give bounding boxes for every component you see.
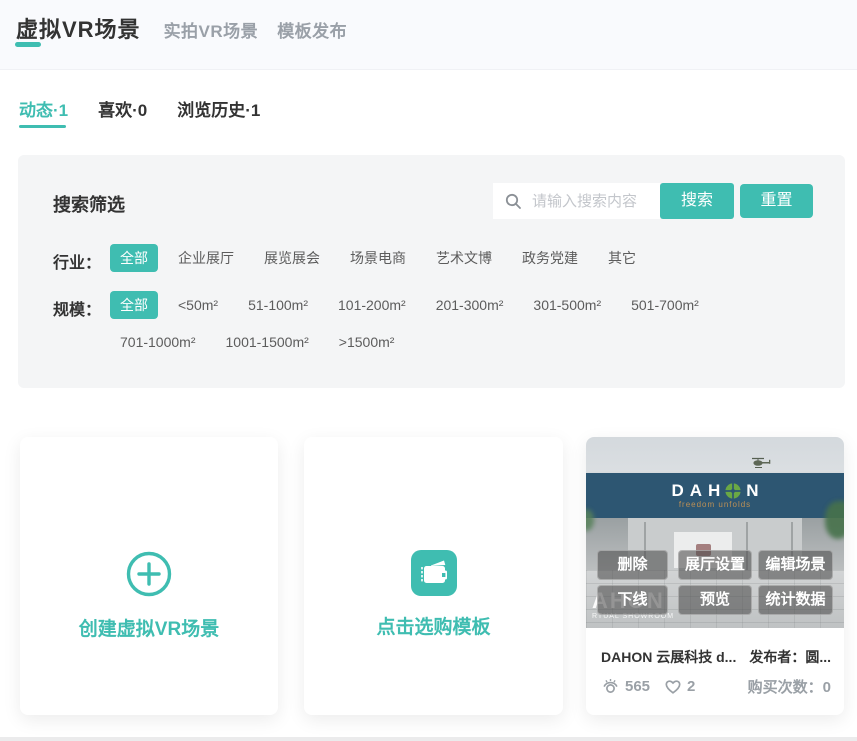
template-publisher: 发布者：圆... [749,647,831,667]
subtab-likes[interactable]: 喜欢·0 [98,96,147,121]
subtab-history[interactable]: 浏览历史·1 [177,96,260,121]
helicopter [749,457,773,469]
industry-option[interactable]: 企业展厅 [168,244,244,272]
industry-option[interactable]: 艺术文博 [426,244,502,272]
filter-panel-title: 搜索筛选 [53,191,125,217]
hall-settings-button[interactable]: 展厅设置 [678,550,752,580]
sub-tabs: 动态·1 喜欢·0 浏览历史·1 [19,96,290,121]
template-title: DAHON 云展科技 d... [601,647,736,667]
header-tabs: 虚拟VR场景 实拍VR场景 模板发布 [16,12,347,44]
scale-option[interactable]: 701-1000m² [110,328,206,356]
industry-option[interactable]: 全部 [110,244,158,272]
tab-virtual-vr-scene[interactable]: 虚拟VR场景 [16,12,141,44]
wallet-icon [411,550,457,596]
statistics-button[interactable]: 统计数据 [758,585,833,615]
search-filter-panel: 搜索筛选 搜索 重置 行业： 全部 企业展厅 展览展会 场景电商 艺术文博 政务… [18,155,845,388]
tab-real-vr-scene[interactable]: 实拍VR场景 [164,17,259,42]
bottom-divider [0,737,857,741]
search-icon [505,193,522,210]
reset-button[interactable]: 重置 [740,184,813,218]
scale-option[interactable]: 全部 [110,291,158,319]
scale-option[interactable]: 101-200m² [328,291,416,319]
views-icon [601,677,620,696]
industry-label: 行业： [53,249,101,273]
create-scene-card[interactable]: 创建虚拟VR场景 [20,437,278,715]
shop-template-card[interactable]: 点击选购模板 [304,437,563,715]
plus-circle-icon [125,550,173,598]
likes-icon[interactable] [664,678,682,695]
scale-option[interactable]: 1001-1500m² [216,328,319,356]
scale-option[interactable]: <50m² [168,291,228,319]
brand-banner: DAHN freedom unfolds [586,473,844,518]
create-scene-label: 创建虚拟VR场景 [79,614,219,641]
edit-scene-button[interactable]: 编辑场景 [758,550,833,580]
scale-option[interactable]: >1500m² [329,328,405,356]
template-card[interactable]: DAHN freedom unfolds AHON RTUAL SHOWROOM… [586,437,844,715]
industry-option[interactable]: 其它 [598,244,646,272]
scale-option[interactable]: 51-100m² [238,291,318,319]
preview-button[interactable]: 预览 [678,585,752,615]
scale-option[interactable]: 201-300m² [426,291,514,319]
industry-options: 全部 企业展厅 展览展会 场景电商 艺术文博 政务党建 其它 [110,244,810,272]
active-tab-underline [15,42,41,47]
industry-option[interactable]: 展览展会 [254,244,330,272]
scale-option[interactable]: 501-700m² [621,291,709,319]
search-button[interactable]: 搜索 [660,183,734,219]
subtab-underline [19,125,66,128]
tab-template-publish[interactable]: 模板发布 [277,17,347,42]
scale-option[interactable]: 301-500m² [523,291,611,319]
subtab-dynamic[interactable]: 动态·1 [19,96,68,121]
dahon-logo-icon [725,483,741,499]
purchase-count: 购买次数：0 [748,676,831,697]
delete-button[interactable]: 删除 [597,550,668,580]
search-box[interactable] [493,183,660,219]
search-input[interactable] [530,192,654,211]
industry-option[interactable]: 场景电商 [340,244,416,272]
offline-button[interactable]: 下线 [597,585,668,615]
plant-right [825,501,844,539]
views-count: 565 [625,678,650,695]
industry-option[interactable]: 政务党建 [512,244,588,272]
scale-options: 全部 <50m² 51-100m² 101-200m² 201-300m² 30… [110,291,760,356]
likes-count: 2 [687,678,695,695]
shop-template-label: 点击选购模板 [376,612,490,639]
scale-label: 规模： [53,296,101,320]
